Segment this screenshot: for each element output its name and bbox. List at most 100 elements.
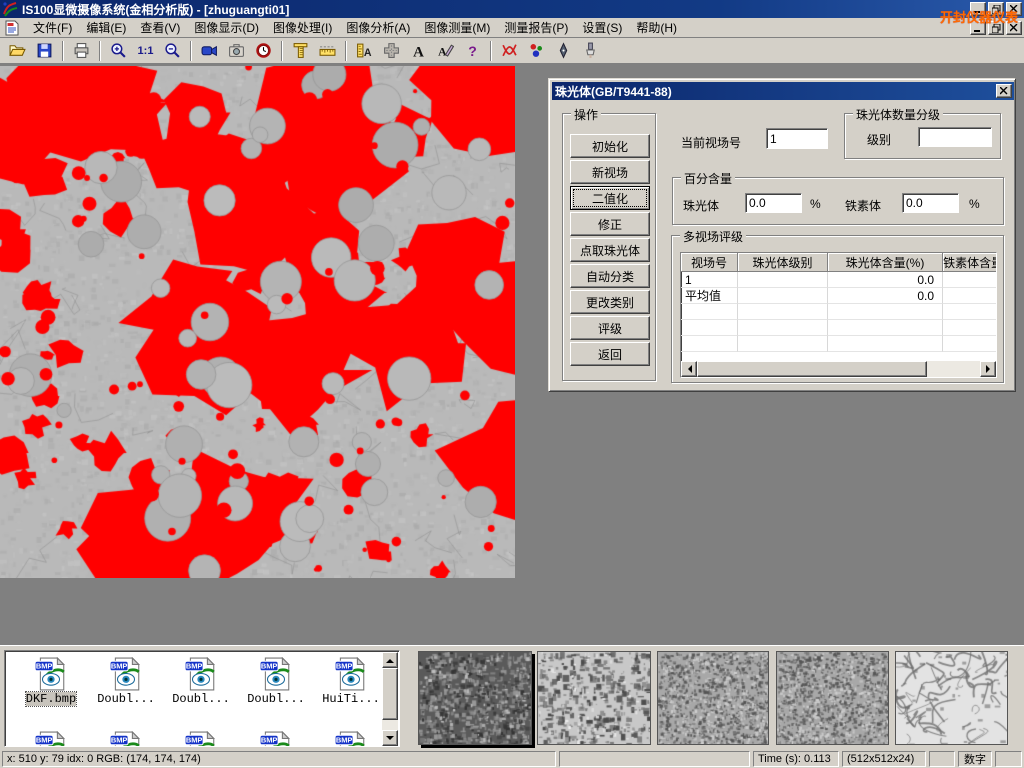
- particles-button[interactable]: [523, 39, 550, 62]
- grid-button[interactable]: [378, 39, 405, 62]
- print-icon: [73, 42, 90, 59]
- dialog-title-bar[interactable]: 珠光体(GB/T9441-88): [552, 82, 1014, 100]
- multi-field-group: 多视场评级 视场号 珠光体级别 珠光体含量(%) 铁素体含量(%) 1 0.0: [671, 235, 1004, 383]
- menu-view[interactable]: 查看(V): [133, 17, 187, 38]
- menu-settings[interactable]: 设置(S): [575, 17, 629, 38]
- scroll-left-button[interactable]: [681, 361, 697, 377]
- text-button[interactable]: A: [405, 39, 432, 62]
- ferrite-label: 铁素体: [845, 197, 881, 214]
- file-name[interactable]: Doubl...: [97, 692, 155, 706]
- file-list-scrollbar[interactable]: [382, 652, 398, 746]
- pearlite-percent-input[interactable]: [745, 193, 802, 213]
- scrollbar-thumb[interactable]: [382, 668, 398, 720]
- thumbnail-1[interactable]: [418, 651, 532, 745]
- return-button[interactable]: 返回: [570, 342, 650, 366]
- file-name[interactable]: HuiTi...: [322, 692, 380, 706]
- file-item[interactable]: BMP Doubl...: [88, 657, 164, 706]
- close-button[interactable]: [1006, 2, 1022, 16]
- toolbar-separator: [190, 41, 192, 61]
- help-button[interactable]: ?: [459, 39, 486, 62]
- menu-image-analysis[interactable]: 图像分析(A): [339, 17, 417, 38]
- file-item[interactable]: BMP: [88, 731, 164, 747]
- restore-button[interactable]: [988, 2, 1004, 16]
- scroll-down-button[interactable]: [382, 730, 398, 746]
- file-name[interactable]: Doubl...: [247, 692, 305, 706]
- percent-group-label: 百分含量: [681, 170, 735, 187]
- menu-edit[interactable]: 编辑(E): [79, 17, 133, 38]
- thumbnail-2[interactable]: [537, 651, 651, 745]
- new-field-button[interactable]: 新视场: [570, 160, 650, 184]
- file-name[interactable]: Doubl...: [172, 692, 230, 706]
- menu-measure-report[interactable]: 测量报告(P): [497, 17, 575, 38]
- timer-button[interactable]: [250, 39, 277, 62]
- initialize-button[interactable]: 初始化: [570, 134, 650, 158]
- scroll-right-button[interactable]: [980, 361, 996, 377]
- file-item[interactable]: BMP: [313, 731, 389, 747]
- bmp-file-icon: BMP: [109, 731, 143, 747]
- video-camera-button[interactable]: [196, 39, 223, 62]
- file-name[interactable]: DKF.bmp: [26, 692, 76, 706]
- menu-image-process[interactable]: 图像处理(I): [266, 17, 339, 38]
- calibration-curve-button[interactable]: [496, 39, 523, 62]
- table-row[interactable]: 1 0.0: [681, 272, 996, 288]
- mdi-restore-button[interactable]: [988, 21, 1004, 35]
- mdi-minimize-button[interactable]: [970, 21, 986, 35]
- table-horizontal-scrollbar[interactable]: [681, 361, 996, 377]
- current-field-input[interactable]: [766, 128, 828, 149]
- thumbnail-5[interactable]: [895, 651, 1008, 745]
- zoom-in-button[interactable]: [105, 39, 132, 62]
- menu-image-measure[interactable]: 图像测量(M): [417, 17, 497, 38]
- micrograph-image[interactable]: [0, 66, 515, 578]
- svg-text:BMP: BMP: [36, 736, 53, 745]
- ferrite-percent-input[interactable]: [902, 193, 959, 213]
- binarize-button[interactable]: 二值化: [570, 186, 650, 210]
- file-item[interactable]: BMP: [238, 731, 314, 747]
- menu-file[interactable]: 文件(F): [26, 17, 79, 38]
- file-listbox[interactable]: BMP DKF.bmp BMP Doubl... BMP Doubl... BM…: [4, 650, 400, 747]
- file-item[interactable]: BMP HuiTi...: [313, 657, 389, 706]
- timer-icon: [255, 42, 272, 59]
- menu-help[interactable]: 帮助(H): [629, 17, 684, 38]
- change-class-button[interactable]: 更改类别: [570, 290, 650, 314]
- file-item[interactable]: BMP: [13, 731, 89, 747]
- caliper-button[interactable]: [287, 39, 314, 62]
- zoom-out-icon: [164, 42, 181, 59]
- actual-size-button[interactable]: 1:1: [132, 39, 159, 62]
- zoom-out-button[interactable]: [159, 39, 186, 62]
- pick-pearlite-button[interactable]: 点取珠光体: [570, 238, 650, 262]
- grading-table[interactable]: 视场号 珠光体级别 珠光体含量(%) 铁素体含量(%) 1 0.0 平均值: [680, 252, 997, 378]
- table-row[interactable]: 平均值 0.0: [681, 288, 996, 304]
- correct-button[interactable]: 修正: [570, 212, 650, 236]
- menu-image-display[interactable]: 图像显示(D): [187, 17, 266, 38]
- annotate-button[interactable]: A: [432, 39, 459, 62]
- file-item[interactable]: BMP DKF.bmp: [13, 657, 89, 706]
- save-button[interactable]: [31, 39, 58, 62]
- open-button[interactable]: [4, 39, 31, 62]
- level-input[interactable]: [918, 127, 992, 147]
- dialog-close-button[interactable]: [996, 84, 1012, 98]
- cell-grade: [738, 272, 828, 288]
- camera-button[interactable]: [223, 39, 250, 62]
- mdi-close-button[interactable]: [1006, 21, 1022, 35]
- file-item[interactable]: BMP Doubl...: [238, 657, 314, 706]
- print-button[interactable]: [68, 39, 95, 62]
- file-item[interactable]: BMP Doubl...: [163, 657, 239, 706]
- thumbnail-4[interactable]: [776, 651, 889, 745]
- brush-button[interactable]: [577, 39, 604, 62]
- thumbnail-3[interactable]: [657, 651, 769, 745]
- ruler-button[interactable]: [314, 39, 341, 62]
- pen-button[interactable]: [550, 39, 577, 62]
- svg-text:A: A: [413, 44, 424, 59]
- bmp-file-icon: BMP: [334, 657, 368, 691]
- actual-size-icon: 1:1: [138, 45, 154, 57]
- grade-button[interactable]: 评级: [570, 316, 650, 340]
- file-item[interactable]: BMP: [163, 731, 239, 747]
- minimize-button[interactable]: [970, 2, 986, 16]
- measure-text-button[interactable]: A: [351, 39, 378, 62]
- auto-classify-button[interactable]: 自动分类: [570, 264, 650, 288]
- bmp-file-icon: BMP: [184, 731, 218, 747]
- scrollbar-thumb[interactable]: [697, 361, 927, 377]
- scroll-up-button[interactable]: [382, 652, 398, 668]
- table-header: 视场号 珠光体级别 珠光体含量(%) 铁素体含量(%): [681, 253, 996, 272]
- status-empty-panel: [995, 751, 1022, 767]
